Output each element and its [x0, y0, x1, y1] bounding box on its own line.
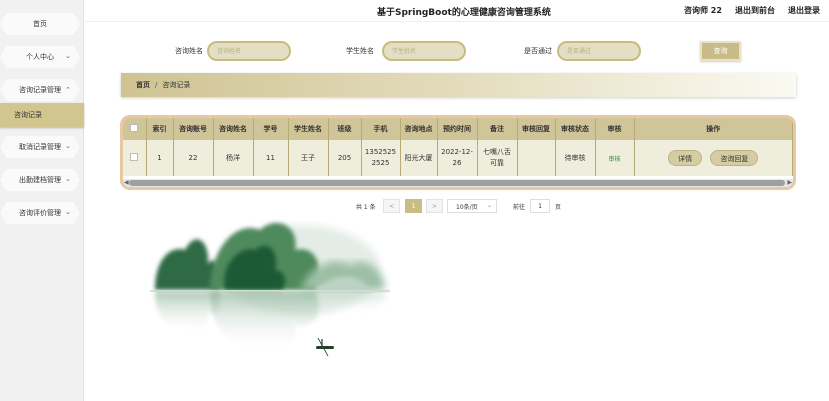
cell-reply [517, 140, 556, 176]
cell-place: 阳光大厦 [400, 140, 438, 176]
chevron-down-icon: ⌄ [65, 175, 71, 183]
breadcrumb-separator: / [155, 81, 158, 89]
column-header: 操作 [634, 118, 793, 140]
top-header: 基于SpringBoot的心理健康咨询管理系统 咨询师 22 退出到前台 退出登… [85, 0, 829, 22]
cell-counselor: 杨洋 [213, 140, 254, 176]
front-link[interactable]: 退出到前台 [735, 5, 775, 16]
sidebar-item-label: 出勤建档管理 [19, 176, 61, 184]
column-header: 审核 [595, 118, 635, 140]
chevron-down-icon: ⌄ [65, 208, 71, 216]
page-jump-input[interactable] [530, 199, 550, 213]
cell-audit: 审核 [595, 140, 635, 176]
cell-student-id: 11 [253, 140, 289, 176]
column-header: 手机 [361, 118, 401, 140]
counselor-name-input[interactable] [207, 41, 291, 61]
sidebar-item-label: 咨询记录管理 [19, 86, 61, 94]
cell-time: 2022-12-26 [437, 140, 478, 176]
search-label-passed: 是否通过 [524, 47, 552, 55]
cell-index: 1 [146, 140, 174, 176]
pager-next-button[interactable]: > [426, 199, 443, 213]
sidebar-item-label: 个人中心 [26, 53, 54, 61]
records-table: 索引 咨询账号 咨询姓名 学号 学生姓名 班级 手机 咨询地点 预约时间 备注 … [120, 115, 796, 190]
column-header: 咨询姓名 [213, 118, 254, 140]
pager-page-1[interactable]: 1 [405, 199, 422, 213]
reply-button[interactable]: 咨询回复 [710, 150, 759, 166]
column-header: 审核状态 [555, 118, 596, 140]
column-header: 学生姓名 [288, 118, 329, 140]
pager-page-suffix: 页 [555, 204, 562, 211]
sidebar-subitem-consult-record[interactable]: 咨询记录 [0, 103, 84, 127]
sidebar-item-label: 咨询评价管理 [19, 209, 61, 217]
column-header: 审核回复 [517, 118, 556, 140]
cell-account: 22 [173, 140, 214, 176]
app-title: 基于SpringBoot的心理健康咨询管理系统 [377, 8, 551, 18]
cell-student-name: 王子 [288, 140, 329, 176]
cell-phone: 13525252525 [361, 140, 401, 176]
audit-link[interactable]: 审核 [608, 156, 620, 163]
chevron-up-icon: ⌃ [65, 86, 71, 94]
breadcrumb-home[interactable]: 首页 [136, 80, 150, 90]
row-checkbox[interactable] [130, 153, 139, 161]
chevron-down-icon: ⌄ [65, 142, 71, 150]
sidebar-item-cancel-records[interactable]: 取消记录管理 ⌄ [0, 136, 80, 158]
logout-link[interactable]: 退出登录 [788, 5, 820, 16]
detail-button[interactable]: 详情 [668, 150, 703, 166]
passed-input[interactable] [557, 41, 641, 61]
sidebar-subitem-label: 咨询记录 [14, 111, 42, 119]
table-header-row: 索引 咨询账号 咨询姓名 学号 学生姓名 班级 手机 咨询地点 预约时间 备注 … [123, 118, 793, 140]
cell-actions: 详情 咨询回复 [634, 140, 793, 176]
sidebar-item-attendance[interactable]: 出勤建档管理 ⌄ [0, 169, 80, 191]
table-row: 1 22 杨洋 11 王子 205 13525252525 阳光大厦 2022-… [123, 140, 793, 176]
column-header: 索引 [146, 118, 174, 140]
cell-remark: 七嘴八舌可靠 [477, 140, 518, 176]
pager-goto-label: 前往 [513, 204, 526, 211]
page-size-value: 10条/页 [456, 203, 478, 211]
row-select-cell[interactable] [123, 140, 147, 176]
column-header: 咨询账号 [173, 118, 214, 140]
sidebar-item-personal-center[interactable]: 个人中心 ⌄ [0, 46, 80, 68]
sidebar-item-label: 首页 [33, 20, 47, 28]
sidebar-item-home[interactable]: 首页 [0, 13, 80, 35]
cell-status: 待审核 [555, 140, 596, 176]
sidebar-item-consult-records[interactable]: 咨询记录管理 ⌃ [0, 79, 80, 101]
sidebar: 首页 个人中心 ⌄ 咨询记录管理 ⌃ 咨询记录 取消记录管理 ⌄ 出勤建档管理 … [0, 0, 84, 401]
sidebar-item-label: 取消记录管理 [19, 143, 61, 151]
scrollbar-thumb[interactable] [129, 180, 785, 186]
user-name: 咨询师 22 [684, 6, 722, 15]
search-label-counselor: 咨询姓名 [175, 47, 203, 55]
breadcrumb: 首页 / 咨询记录 [121, 73, 796, 97]
cell-class: 205 [328, 140, 362, 176]
page-size-select[interactable]: 10条/页 ⌄ [447, 199, 497, 213]
landscape-illustration [150, 222, 390, 357]
breadcrumb-current: 咨询记录 [162, 81, 191, 89]
sidebar-item-evaluation[interactable]: 咨询评价管理 ⌄ [0, 202, 80, 224]
horizontal-scrollbar[interactable]: ◀ ▶ [123, 179, 793, 187]
scroll-right-icon[interactable]: ▶ [787, 179, 792, 186]
column-header: 备注 [477, 118, 518, 140]
select-all-cell[interactable] [123, 118, 147, 140]
scroll-left-icon[interactable]: ◀ [124, 179, 129, 186]
column-header: 班级 [328, 118, 362, 140]
search-label-student: 学生姓名 [346, 47, 374, 55]
column-header: 学号 [253, 118, 289, 140]
select-all-checkbox[interactable] [130, 124, 139, 132]
search-button[interactable]: 查询 [700, 41, 741, 61]
chevron-down-icon: ⌄ [486, 202, 492, 209]
student-name-input[interactable] [382, 41, 466, 61]
chevron-down-icon: ⌄ [65, 52, 71, 60]
column-header: 咨询地点 [400, 118, 438, 140]
column-header: 预约时间 [437, 118, 478, 140]
